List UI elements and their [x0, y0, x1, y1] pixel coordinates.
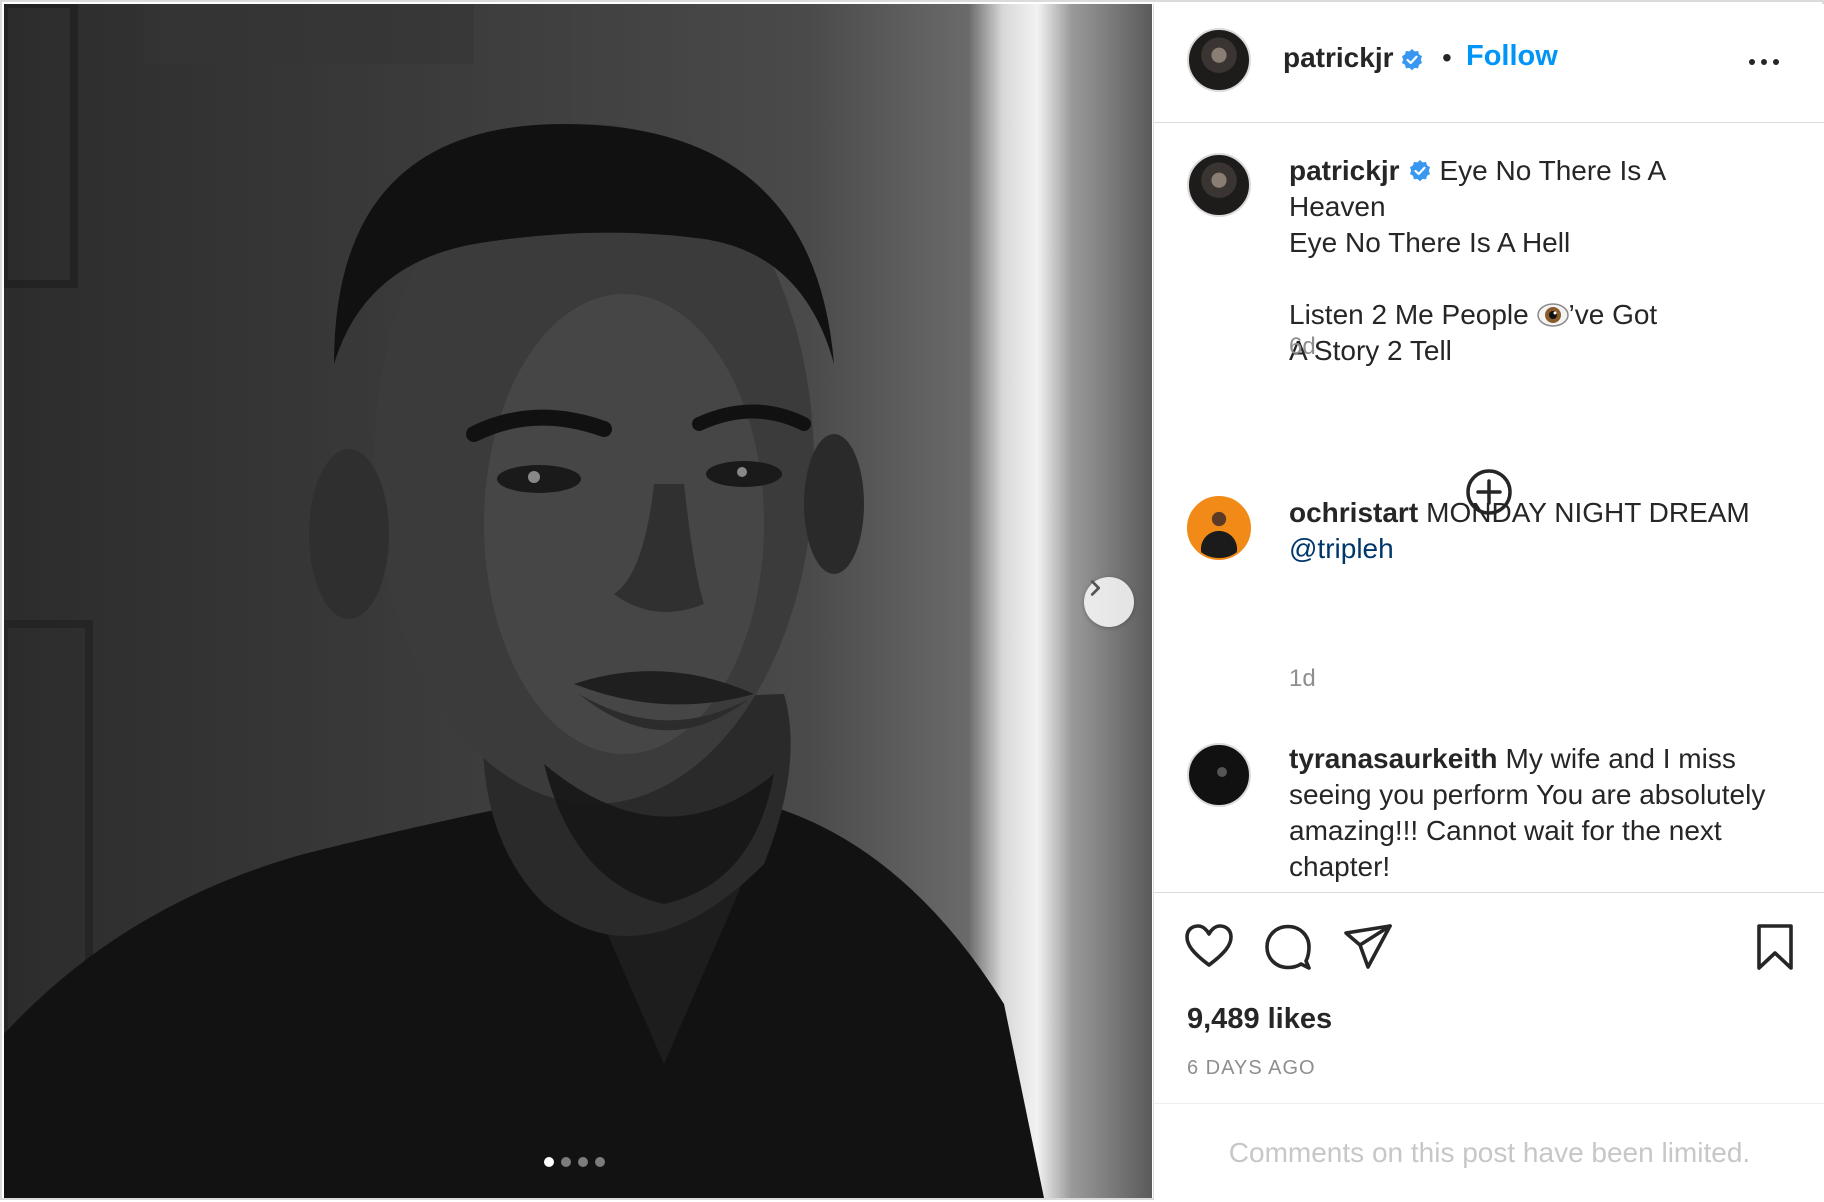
post-header: patrickjr • Follow: [1154, 4, 1824, 123]
caption-line: Heaven: [1289, 191, 1386, 222]
comment: tyranasaurkeith My wife and I miss seeing…: [1289, 741, 1799, 885]
comment-icon[interactable]: [1262, 921, 1314, 973]
comments-limited-notice: Comments on this post have been limited.: [1154, 1103, 1824, 1202]
likes-count[interactable]: 9,489 likes: [1187, 1003, 1332, 1036]
more-options-icon[interactable]: [1739, 42, 1789, 82]
comments-limited-text: Comments on this post have been limited.: [1228, 1137, 1751, 1168]
post-age: 6 DAYS AGO: [1187, 1057, 1316, 1079]
author-avatar[interactable]: [1187, 28, 1251, 92]
comment-username[interactable]: tyranasaurkeith: [1289, 743, 1498, 774]
carousel-dot: [595, 1157, 605, 1167]
header-separator: •: [1442, 42, 1452, 73]
share-icon[interactable]: [1342, 921, 1394, 973]
heart-icon[interactable]: [1183, 921, 1235, 973]
carousel-dot-active: [544, 1157, 554, 1167]
carousel-indicator: [544, 1157, 605, 1167]
comments-list[interactable]: patrickjr Eye No There Is A Heaven Eye N…: [1154, 123, 1824, 893]
commenter-avatar[interactable]: [1187, 496, 1251, 560]
post-details-panel: patrickjr • Follow patrickjr Eye No Ther…: [1153, 4, 1824, 1200]
author-username[interactable]: patrickjr: [1283, 42, 1394, 74]
post-actions: 9,489 likes 6 DAYS AGO Comments on this …: [1154, 892, 1824, 1201]
comment: ochristart MONDAY NIGHT DREAM @tripleh: [1289, 495, 1799, 567]
chevron-right-icon: [1090, 580, 1101, 596]
post-dialog: patrickjr • Follow patrickjr Eye No Ther…: [0, 0, 1824, 1200]
carousel-dot: [578, 1157, 588, 1167]
carousel-next-button[interactable]: [1084, 577, 1134, 627]
caption-author-avatar[interactable]: [1187, 153, 1251, 217]
caption-line: ’ve Got: [1568, 299, 1658, 330]
comment-mention-link[interactable]: @tripleh: [1289, 533, 1394, 564]
verified-badge-icon: [1402, 49, 1422, 71]
verified-badge-icon: [1409, 160, 1430, 182]
caption-username[interactable]: patrickjr: [1289, 155, 1400, 186]
portrait-illustration: [4, 4, 1044, 1198]
caption-line: Eye No There Is A Hell: [1289, 227, 1571, 258]
commenter-avatar[interactable]: [1187, 743, 1251, 807]
post-photo[interactable]: [4, 4, 1152, 1198]
caption: patrickjr Eye No There Is A Heaven Eye N…: [1289, 153, 1799, 369]
caption-line: Listen 2 Me People: [1289, 299, 1529, 330]
comment-timestamp: 1d: [1289, 665, 1316, 692]
eye-emoji: [1536, 303, 1569, 327]
comment-text: MONDAY NIGHT DREAM: [1426, 497, 1750, 528]
comment-username[interactable]: ochristart: [1289, 497, 1418, 528]
bookmark-icon[interactable]: [1749, 921, 1801, 973]
carousel-dot: [561, 1157, 571, 1167]
follow-button[interactable]: Follow: [1466, 40, 1558, 73]
caption-timestamp: 6d: [1289, 333, 1316, 360]
caption-line: Eye No There Is A: [1439, 155, 1667, 186]
